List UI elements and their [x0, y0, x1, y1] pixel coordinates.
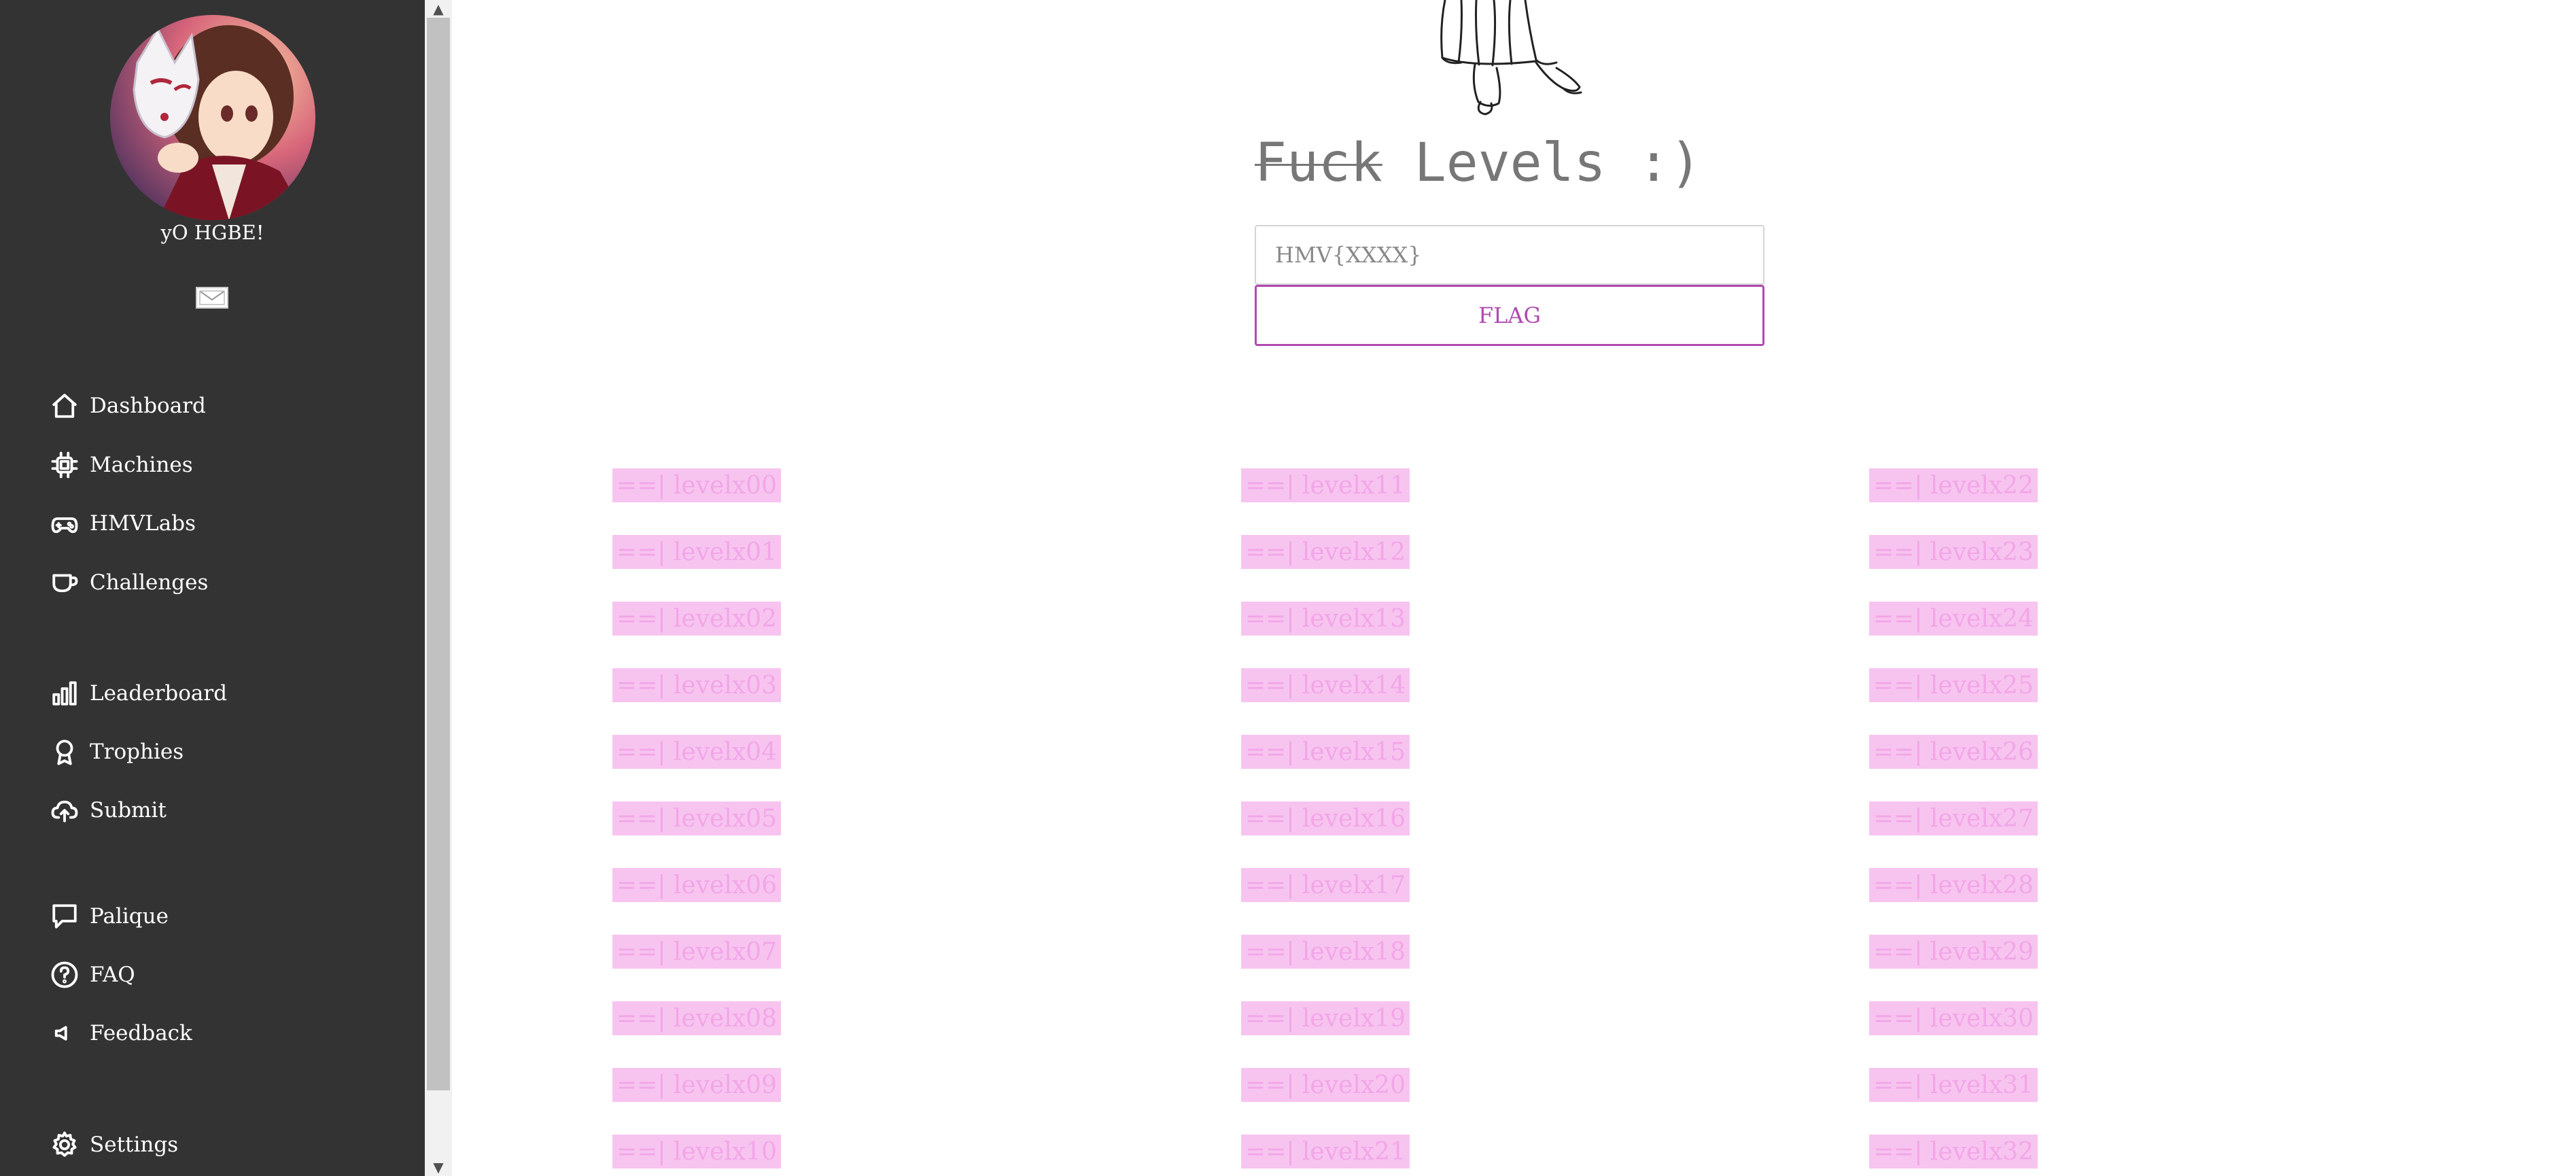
scroll-thumb[interactable]	[427, 18, 450, 1090]
level-link[interactable]: ==| levelx04	[612, 735, 781, 769]
level-link[interactable]: ==| levelx32	[1869, 1135, 2038, 1169]
help-icon	[50, 961, 79, 989]
sidebar-item-label: Dashboard	[90, 394, 206, 418]
level-link[interactable]: ==| levelx22	[1869, 468, 2038, 502]
sidebar-item-label: Settings	[90, 1132, 179, 1157]
level-link[interactable]: ==| levelx05	[612, 801, 781, 835]
level-link[interactable]: ==| levelx06	[612, 868, 781, 902]
avatar[interactable]	[110, 15, 315, 220]
sketch-figure	[1434, 0, 1604, 119]
level-link[interactable]: ==| levelx19	[1241, 1001, 1410, 1035]
scroll-down-arrow-icon[interactable]: ▼	[425, 1158, 452, 1176]
level-link[interactable]: ==| levelx14	[1241, 668, 1410, 702]
level-link[interactable]: ==| levelx18	[1241, 935, 1410, 969]
level-link[interactable]: ==| levelx13	[1241, 602, 1410, 636]
level-link[interactable]: ==| levelx21	[1241, 1135, 1410, 1169]
cup-icon	[50, 568, 79, 597]
username: yO HGBE!	[160, 221, 264, 244]
level-link[interactable]: ==| levelx28	[1869, 868, 2038, 902]
level-link[interactable]: ==| levelx27	[1869, 801, 2038, 835]
sidebar-item-hmvlabs[interactable]: HMVLabs	[50, 506, 196, 541]
level-link[interactable]: ==| levelx24	[1869, 602, 2038, 636]
sidebar-item-faq[interactable]: FAQ	[50, 957, 135, 992]
level-link[interactable]: ==| levelx02	[612, 602, 781, 636]
sidebar-item-dashboard[interactable]: Dashboard	[50, 388, 206, 423]
level-link[interactable]: ==| levelx31	[1869, 1068, 2038, 1102]
level-link[interactable]: ==| levelx23	[1869, 535, 2038, 569]
sidebar-item-label: Leaderboard	[90, 681, 228, 706]
sidebar-item-feedback[interactable]: Feedback	[50, 1016, 192, 1051]
level-link[interactable]: ==| levelx08	[612, 1001, 781, 1035]
flag-input[interactable]	[1255, 225, 1764, 285]
sidebar-item-trophies[interactable]: Trophies	[50, 734, 184, 769]
sidebar-item-challenges[interactable]: Challenges	[50, 565, 208, 600]
gamepad-icon	[50, 509, 79, 538]
page-title-rest: Levels :)	[1382, 133, 1702, 194]
level-link[interactable]: ==| levelx01	[612, 535, 781, 569]
level-link[interactable]: ==| levelx09	[612, 1068, 781, 1102]
sidebar: yO HGBE! Dashboard Machines HMVLabs Chal…	[0, 0, 425, 1176]
megaphone-icon	[50, 1019, 79, 1048]
level-link[interactable]: ==| levelx07	[612, 935, 781, 969]
sidebar-item-machines[interactable]: Machines	[50, 447, 193, 483]
sidebar-item-label: Machines	[90, 453, 193, 477]
scroll-up-arrow-icon[interactable]: ▲	[425, 0, 452, 18]
cloud-upload-icon	[50, 796, 79, 825]
chat-icon	[50, 902, 79, 931]
level-link[interactable]: ==| levelx26	[1869, 735, 2038, 769]
home-icon	[50, 392, 79, 420]
gear-icon	[50, 1130, 79, 1159]
mail-icon[interactable]	[196, 287, 228, 309]
sidebar-item-palique[interactable]: Palique	[50, 899, 169, 934]
flag-submit-button[interactable]: FLAG	[1255, 285, 1764, 346]
sidebar-item-leaderboard[interactable]: Leaderboard	[50, 676, 227, 711]
sidebar-item-settings[interactable]: Settings	[50, 1127, 178, 1162]
sidebar-item-label: HMVLabs	[90, 511, 196, 536]
level-link[interactable]: ==| levelx17	[1241, 868, 1410, 902]
level-link[interactable]: ==| levelx20	[1241, 1068, 1410, 1102]
cpu-icon	[50, 451, 79, 479]
page-title: Fuck Levels :)	[1255, 133, 1702, 194]
sidebar-item-label: Trophies	[90, 740, 184, 764]
sidebar-item-submit[interactable]: Submit	[50, 793, 167, 828]
level-link[interactable]: ==| levelx29	[1869, 935, 2038, 969]
level-link[interactable]: ==| levelx00	[612, 468, 781, 502]
sidebar-item-label: FAQ	[90, 963, 135, 987]
bar-chart-icon	[50, 679, 79, 708]
sidebar-item-label: Feedback	[90, 1021, 192, 1045]
level-link[interactable]: ==| levelx03	[612, 668, 781, 702]
level-link[interactable]: ==| levelx16	[1241, 801, 1410, 835]
level-link[interactable]: ==| levelx12	[1241, 535, 1410, 569]
level-link[interactable]: ==| levelx10	[612, 1135, 781, 1169]
page-title-struck: Fuck	[1255, 133, 1382, 194]
scrollbar[interactable]: ▲ ▼	[425, 0, 452, 1176]
level-link[interactable]: ==| levelx25	[1869, 668, 2038, 702]
trophy-icon	[50, 738, 79, 766]
sidebar-item-label: Submit	[90, 798, 167, 823]
sidebar-item-label: Challenges	[90, 570, 209, 595]
sidebar-item-label: Palique	[90, 904, 169, 929]
level-link[interactable]: ==| levelx30	[1869, 1001, 2038, 1035]
level-link[interactable]: ==| levelx11	[1241, 468, 1410, 502]
level-link[interactable]: ==| levelx15	[1241, 735, 1410, 769]
